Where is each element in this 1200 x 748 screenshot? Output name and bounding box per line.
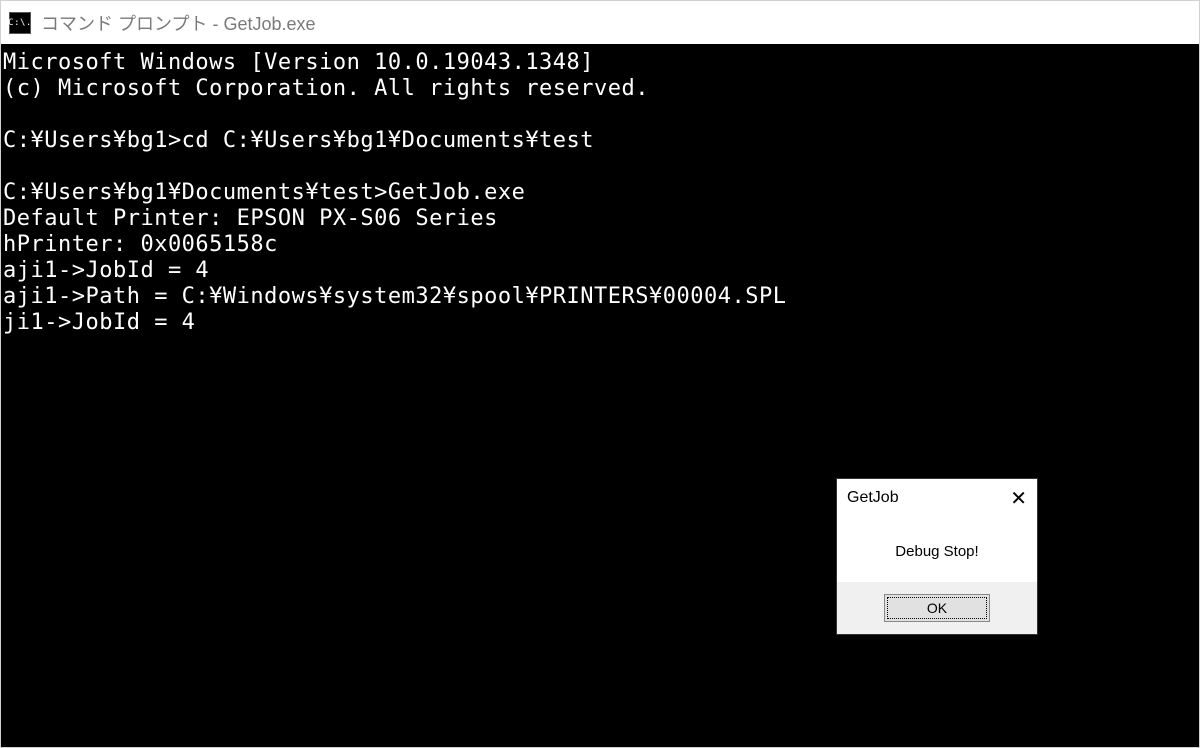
dialog-title: GetJob <box>847 489 899 507</box>
cmd-icon: C:\. <box>9 12 31 34</box>
command-prompt-window: C:\. コマンド プロンプト - GetJob.exe Microsoft W… <box>0 0 1200 748</box>
dialog-footer: OK <box>837 582 1037 634</box>
dialog-message: Debug Stop! <box>837 517 1037 582</box>
terminal-output[interactable]: Microsoft Windows [Version 10.0.19043.13… <box>1 44 1199 342</box>
window-title: コマンド プロンプト - GetJob.exe <box>41 10 316 36</box>
ok-button[interactable]: OK <box>884 594 990 622</box>
message-dialog: GetJob ✕ Debug Stop! OK <box>836 478 1038 635</box>
titlebar[interactable]: C:\. コマンド プロンプト - GetJob.exe <box>1 1 1199 44</box>
dialog-titlebar[interactable]: GetJob ✕ <box>837 479 1037 517</box>
close-icon[interactable]: ✕ <box>987 486 1027 511</box>
